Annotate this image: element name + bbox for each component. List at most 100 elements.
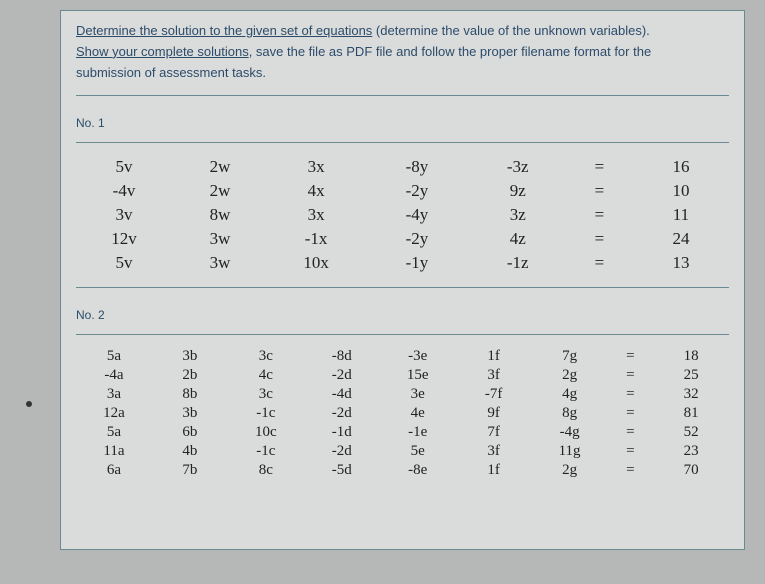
instruction-text-1b: (determine the value of the unknown vari… <box>376 23 650 38</box>
equation-term: 7g <box>532 348 608 365</box>
equation-row: -4a2b4c-2d15e3f2g=25 <box>76 366 729 385</box>
equation-term: -2y <box>364 181 470 201</box>
equation-term: 3x <box>268 157 364 177</box>
equation-row: 5v2w3x-8y-3z=16 <box>76 155 729 179</box>
equation-term: 4z <box>470 229 566 249</box>
equation-term: 2g <box>532 367 608 384</box>
equation-term: 15e <box>380 367 456 384</box>
equation-term: 70 <box>653 462 729 479</box>
instruction-text-3: submission of assessment tasks. <box>76 65 266 80</box>
bullet-marker <box>26 401 32 407</box>
equation-row: 5a3b3c-8d-3e1f7g=18 <box>76 347 729 366</box>
equation-term: 5e <box>380 443 456 460</box>
equation-term: 3v <box>76 205 172 225</box>
equation-term: 3a <box>76 386 152 403</box>
equation-term: 11g <box>532 443 608 460</box>
equation-term: 5a <box>76 424 152 441</box>
equation-term: 2w <box>172 157 268 177</box>
equation-term: 3c <box>228 386 304 403</box>
equation-set-1: 5v2w3x-8y-3z=16-4v2w4x-2y9z=103v8w3x-4y3… <box>76 155 729 275</box>
equation-term: -4y <box>364 205 470 225</box>
equation-term: 5a <box>76 348 152 365</box>
equation-term: 52 <box>653 424 729 441</box>
equation-term: 8g <box>532 405 608 422</box>
equation-term: 4x <box>268 181 364 201</box>
equation-term: 3c <box>228 348 304 365</box>
equation-term: 3w <box>172 253 268 273</box>
equation-term: 2b <box>152 367 228 384</box>
equation-term: -2y <box>364 229 470 249</box>
equals-sign: = <box>608 386 654 403</box>
equation-term: -1c <box>228 443 304 460</box>
equation-term: 32 <box>653 386 729 403</box>
equation-term: 10x <box>268 253 364 273</box>
equation-term: -2d <box>304 405 380 422</box>
equation-term: -2d <box>304 367 380 384</box>
equals-sign: = <box>566 253 633 273</box>
separator <box>76 95 729 96</box>
equation-term: 5v <box>76 253 172 273</box>
equation-term: 3b <box>152 405 228 422</box>
equation-term: -8e <box>380 462 456 479</box>
equation-term: 3z <box>470 205 566 225</box>
equation-term: -1z <box>470 253 566 273</box>
separator <box>76 334 729 335</box>
equation-row: 3a8b3c-4d3e-7f4g=32 <box>76 385 729 404</box>
equals-sign: = <box>566 229 633 249</box>
equation-term: -1d <box>304 424 380 441</box>
section-2-label: No. 2 <box>76 308 729 322</box>
instruction-text-1: Determine the solution to the given set … <box>76 23 372 38</box>
instruction-text-2: Show your complete solutions <box>76 44 249 59</box>
equation-term: 8c <box>228 462 304 479</box>
equation-row: -4v2w4x-2y9z=10 <box>76 179 729 203</box>
equation-term: 7f <box>456 424 532 441</box>
equation-term: 10 <box>633 181 729 201</box>
equation-row: 6a7b8c-5d-8e1f2g=70 <box>76 461 729 480</box>
equals-sign: = <box>566 157 633 177</box>
equation-term: 4g <box>532 386 608 403</box>
equation-term: 8w <box>172 205 268 225</box>
equation-row: 12a3b-1c-2d4e9f8g=81 <box>76 404 729 423</box>
equation-term: 11 <box>633 205 729 225</box>
equals-sign: = <box>608 367 654 384</box>
separator <box>76 287 729 288</box>
instructions-block: Determine the solution to the given set … <box>76 21 729 83</box>
equation-term: 12v <box>76 229 172 249</box>
equation-term: -4a <box>76 367 152 384</box>
equation-term: 3b <box>152 348 228 365</box>
equation-term: -4d <box>304 386 380 403</box>
equation-term: 6a <box>76 462 152 479</box>
equation-term: 9z <box>470 181 566 201</box>
equation-term: -8d <box>304 348 380 365</box>
equation-row: 3v8w3x-4y3z=11 <box>76 203 729 227</box>
equation-term: -5d <box>304 462 380 479</box>
equation-term: 4b <box>152 443 228 460</box>
equals-sign: = <box>608 424 654 441</box>
equation-term: 3x <box>268 205 364 225</box>
equation-term: 13 <box>633 253 729 273</box>
equation-set-2: 5a3b3c-8d-3e1f7g=18-4a2b4c-2d15e3f2g=253… <box>76 347 729 480</box>
document-page: Determine the solution to the given set … <box>60 10 745 550</box>
equation-row: 12v3w-1x-2y4z=24 <box>76 227 729 251</box>
equation-term: 4c <box>228 367 304 384</box>
equation-term: -4v <box>76 181 172 201</box>
equation-term: 4e <box>380 405 456 422</box>
equation-term: -4g <box>532 424 608 441</box>
equation-row: 5v3w10x-1y-1z=13 <box>76 251 729 275</box>
equation-term: 16 <box>633 157 729 177</box>
equation-term: -1y <box>364 253 470 273</box>
equation-row: 5a6b10c-1d-1e7f-4g=52 <box>76 423 729 442</box>
equation-term: -2d <box>304 443 380 460</box>
equation-term: 12a <box>76 405 152 422</box>
section-1-label: No. 1 <box>76 116 729 130</box>
equation-term: -3z <box>470 157 566 177</box>
equation-term: 81 <box>653 405 729 422</box>
equation-term: -1x <box>268 229 364 249</box>
equation-term: 3w <box>172 229 268 249</box>
equation-term: 11a <box>76 443 152 460</box>
equation-term: -3e <box>380 348 456 365</box>
equation-term: 5v <box>76 157 172 177</box>
separator <box>76 142 729 143</box>
equation-term: 23 <box>653 443 729 460</box>
equation-term: 6b <box>152 424 228 441</box>
